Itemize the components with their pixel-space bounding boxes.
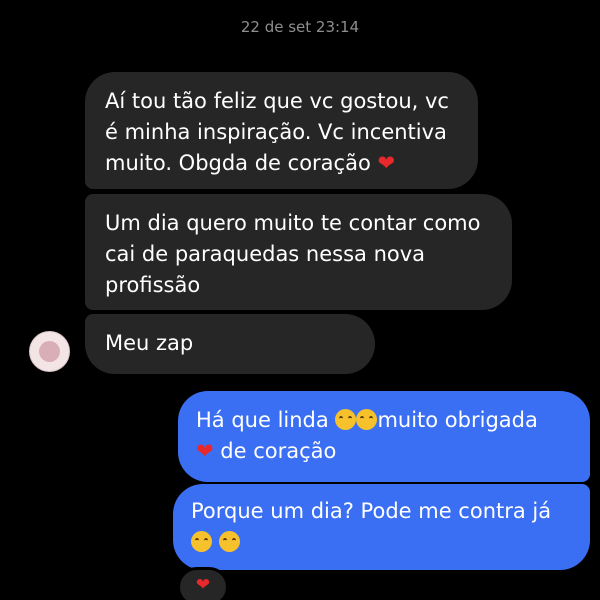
hand-over-mouth-emoji-icon bbox=[191, 531, 212, 552]
incoming-message-bubble[interactable]: Um dia quero muito te contar como cai de… bbox=[85, 194, 512, 310]
smiling-face-with-hearts-emoji-icon bbox=[356, 409, 378, 430]
outgoing-message-bubble[interactable]: Porque um dia? Pode me contra já bbox=[173, 484, 590, 570]
message-text-line: muito. Obgda de coração bbox=[105, 151, 371, 175]
heart-reaction-badge[interactable]: ❤ bbox=[177, 567, 229, 600]
incoming-message-bubble[interactable]: Aí tou tão feliz que vc gostou, vc é min… bbox=[85, 72, 478, 189]
message-text-line: de coração bbox=[220, 439, 337, 463]
message-text-line: cai de paraquedas nessa nova bbox=[105, 242, 426, 266]
message-text-line: profissão bbox=[105, 273, 201, 297]
message-text-line: Porque um dia? Pode me contra já bbox=[191, 499, 552, 523]
sender-avatar[interactable] bbox=[29, 331, 70, 372]
incoming-message-bubble[interactable]: Meu zap bbox=[85, 314, 375, 374]
message-text-line: é minha inspiração. Vc incentiva bbox=[105, 120, 447, 144]
red-heart-icon: ❤ bbox=[195, 575, 211, 595]
message-text-line: Um dia quero muito te contar como bbox=[105, 211, 481, 235]
red-heart-emoji-icon: ❤ bbox=[377, 151, 396, 175]
message-timestamp: 22 de set 23:14 bbox=[240, 18, 360, 36]
message-text-line: muito obrigada bbox=[377, 408, 538, 432]
message-text-line: Há que linda bbox=[196, 408, 329, 432]
outgoing-message-bubble[interactable]: Há que linda muito obrigada ❤ de coração bbox=[178, 391, 590, 482]
smiling-face-with-hearts-emoji-icon bbox=[335, 409, 357, 430]
message-text-line: Aí tou tão feliz que vc gostou, vc bbox=[105, 89, 449, 113]
avatar-logo-icon bbox=[39, 341, 60, 362]
red-heart-emoji-icon: ❤ bbox=[196, 439, 214, 463]
hand-over-mouth-emoji-icon bbox=[218, 531, 240, 552]
message-text-line: Meu zap bbox=[105, 331, 194, 355]
